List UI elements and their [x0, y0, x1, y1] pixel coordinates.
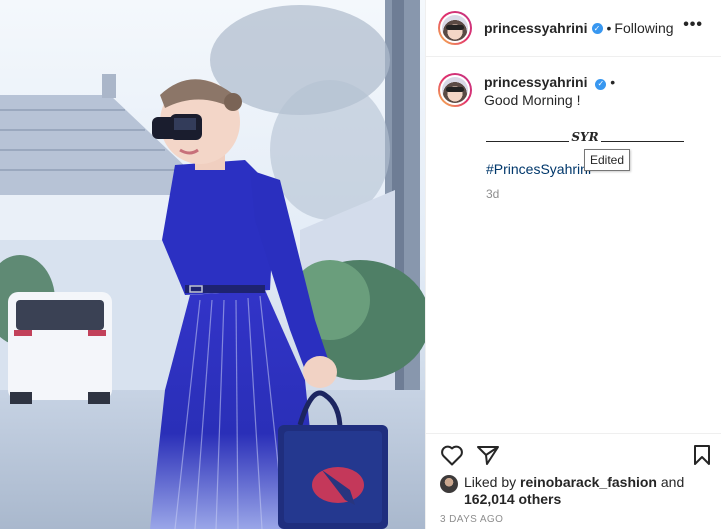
signature-text: SYR: [569, 130, 601, 144]
caption-body: princessyahrini ✓ • Good Morning !: [484, 73, 615, 109]
verified-badge-icon: ✓: [591, 22, 603, 34]
heart-icon[interactable]: [440, 444, 464, 471]
author-avatar[interactable]: [438, 11, 472, 45]
more-options-icon[interactable]: •••: [683, 16, 703, 34]
likes-and: and: [660, 474, 685, 490]
caption-verified-icon: ✓: [595, 78, 607, 90]
post-details-panel: princessyahrini ✓ • Following ••• prince…: [425, 0, 721, 529]
caption: princessyahrini ✓ • Good Morning !: [426, 57, 721, 109]
caption-time[interactable]: 3d: [486, 187, 499, 201]
liker-username[interactable]: reinobarack_fashion: [520, 474, 657, 490]
likes-summary: Liked by reinobarack_fashion and 162,014…: [440, 474, 684, 508]
post-actions: Liked by reinobarack_fashion and 162,014…: [426, 433, 721, 529]
liker-avatar[interactable]: [440, 475, 458, 493]
paper-plane-icon[interactable]: [476, 444, 500, 471]
bookmark-icon[interactable]: [692, 444, 712, 471]
post-image: [0, 0, 425, 529]
signature-line: SYR: [486, 130, 684, 144]
author-username[interactable]: princessyahrini: [484, 20, 588, 36]
post-header: princessyahrini ✓ • Following •••: [426, 0, 721, 57]
post-photo[interactable]: [0, 0, 425, 529]
post-date[interactable]: 3 DAYS AGO: [440, 514, 503, 525]
likes-count[interactable]: 162,014 others: [464, 491, 561, 507]
liked-by-prefix: Liked by: [464, 474, 517, 490]
following-button[interactable]: Following: [614, 20, 673, 36]
header-separator: •: [606, 20, 612, 36]
caption-text: Good Morning !: [484, 92, 581, 108]
caption-username[interactable]: princessyahrini: [484, 74, 588, 90]
caption-separator: •: [610, 74, 616, 90]
edited-tooltip: Edited: [584, 149, 631, 171]
hashtag-link[interactable]: #PrincesSyahrini: [486, 161, 591, 177]
caption-avatar[interactable]: [438, 73, 472, 107]
